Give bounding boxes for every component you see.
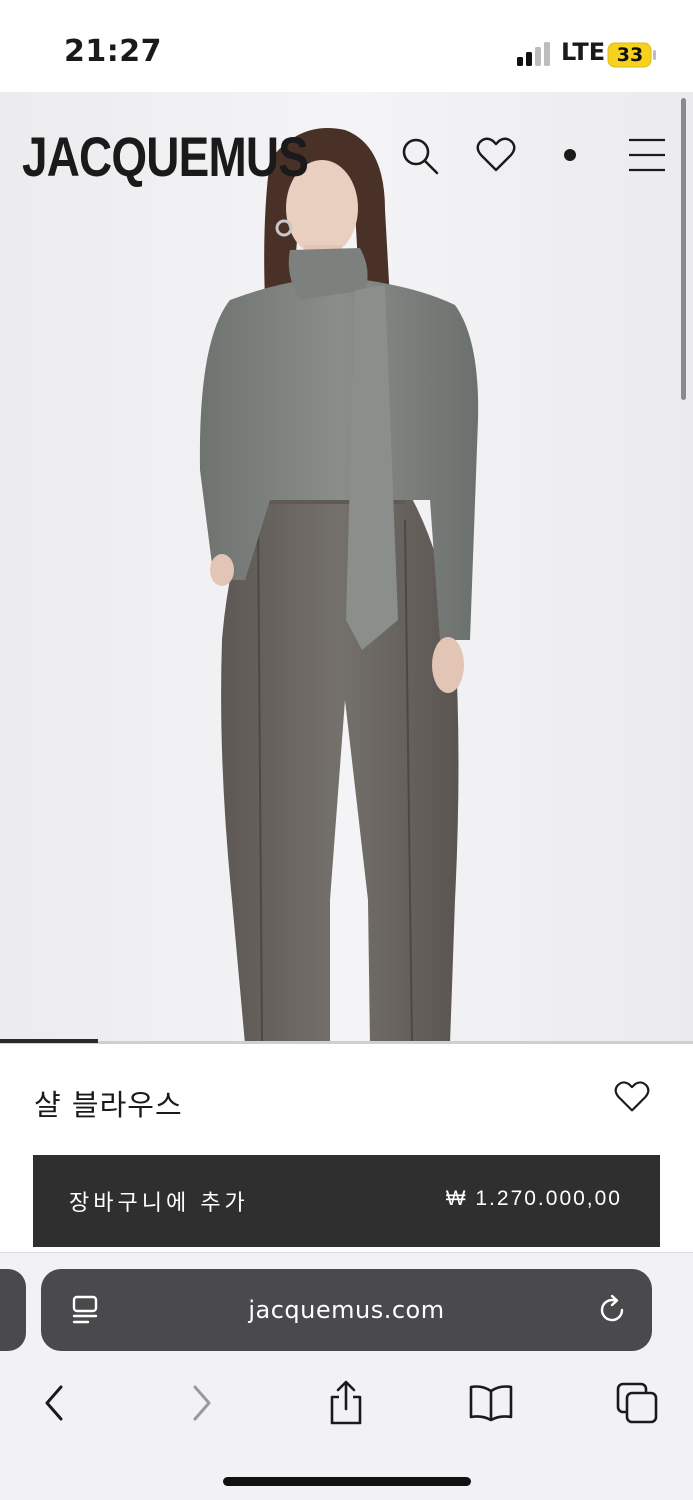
forward-button[interactable]: [172, 1373, 232, 1433]
battery-level: 33: [616, 44, 644, 66]
model-illustration: [0, 92, 693, 1044]
browser-toolbar: jacquemus.com: [0, 1252, 693, 1500]
brand-logo[interactable]: JACQUEMUS: [22, 124, 309, 189]
carrier-label: LTE: [561, 38, 606, 66]
status-time: 21:27: [64, 34, 162, 69]
menu-icon[interactable]: [628, 136, 666, 174]
status-bar: 21:27 LTE 33: [0, 0, 693, 92]
product-title: 샬 블라우스: [34, 1088, 183, 1122]
forward-icon: [193, 1385, 211, 1421]
back-button[interactable]: [24, 1373, 84, 1433]
signal-icon: [517, 42, 550, 66]
share-button[interactable]: [316, 1373, 376, 1433]
back-icon: [45, 1385, 63, 1421]
tabs-button[interactable]: [607, 1373, 667, 1433]
dot-icon[interactable]: [562, 147, 578, 163]
previous-tab-preview[interactable]: [0, 1269, 26, 1351]
heart-icon[interactable]: [476, 136, 516, 174]
address-bar[interactable]: jacquemus.com: [41, 1269, 652, 1351]
bookmarks-icon: [469, 1385, 513, 1422]
url-text: jacquemus.com: [248, 1296, 445, 1324]
tabs-icon: [616, 1382, 658, 1424]
carousel-progress[interactable]: [0, 1039, 98, 1043]
product-image[interactable]: [0, 92, 693, 1044]
reload-icon[interactable]: [595, 1293, 629, 1327]
add-to-cart-label: 장바구니에 추가: [69, 1190, 249, 1215]
add-to-cart-button[interactable]: 장바구니에 추가 ₩ 1.270.000,00: [33, 1155, 660, 1247]
share-icon: [330, 1380, 362, 1425]
wishlist-heart-icon[interactable]: [614, 1080, 650, 1114]
search-icon[interactable]: [400, 136, 440, 176]
home-indicator[interactable]: [223, 1477, 471, 1486]
product-price: ₩ 1.270.000,00: [445, 1187, 622, 1210]
page-scrollbar[interactable]: [681, 98, 686, 400]
bookmarks-button[interactable]: [461, 1373, 521, 1433]
carousel-track: [0, 1041, 693, 1044]
